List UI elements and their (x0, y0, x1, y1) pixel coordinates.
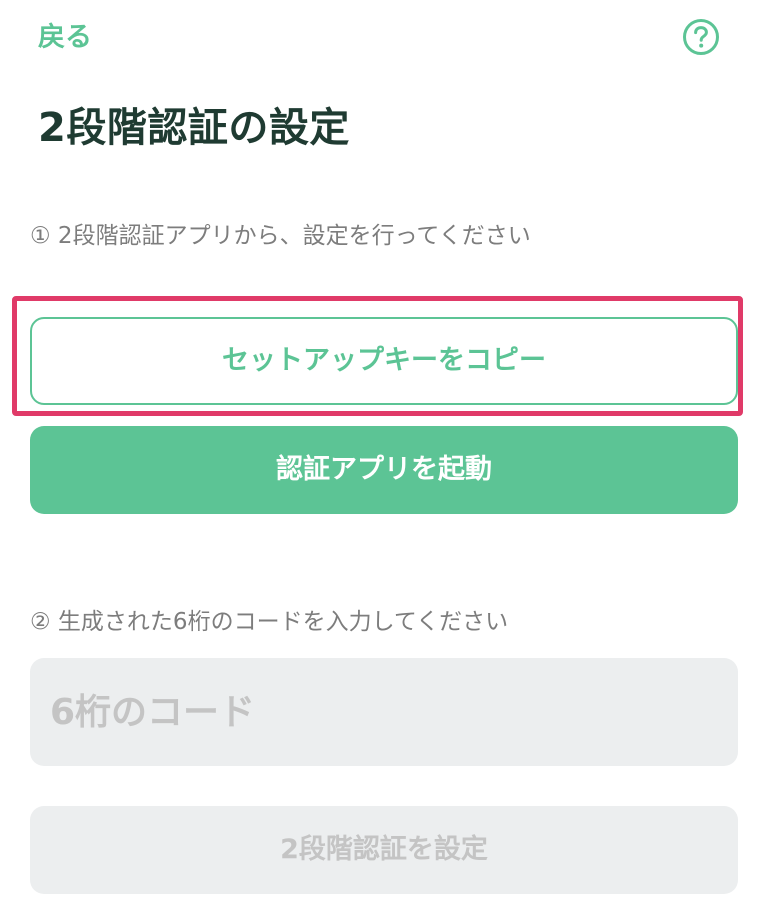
back-link[interactable]: 戻る (38, 18, 92, 58)
launch-auth-app-button[interactable]: 認証アプリを起動 (30, 426, 738, 514)
copy-setup-key-button[interactable]: セットアップキーをコピー (30, 317, 738, 405)
page-title: 2段階認証の設定 (38, 105, 350, 151)
six-digit-code-input[interactable] (30, 658, 738, 766)
two-factor-setup-screen: 戻る 2段階認証の設定 ① 2段階認証アプリから、設定を行ってください セットア… (0, 0, 768, 918)
step2-instruction: ② 生成された6桁のコードを入力してください (30, 609, 509, 635)
question-circle-icon[interactable] (682, 18, 720, 56)
set-two-factor-button[interactable]: 2段階認証を設定 (30, 806, 738, 894)
step1-instruction: ① 2段階認証アプリから、設定を行ってください (30, 223, 531, 249)
